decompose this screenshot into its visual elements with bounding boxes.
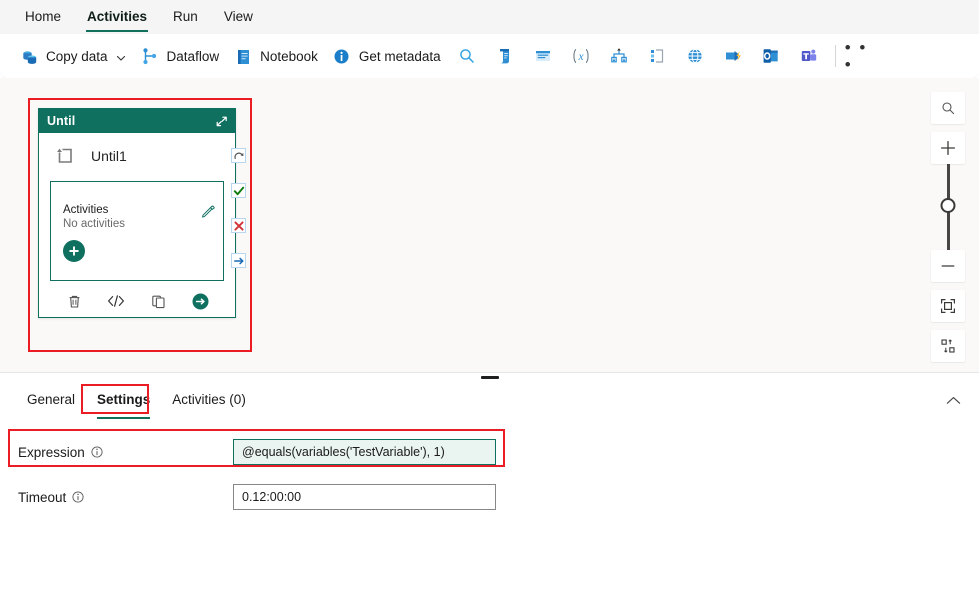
copy-data-button[interactable]: Copy data — [12, 40, 133, 72]
until-activities-container[interactable]: Activities No activities — [50, 181, 224, 281]
zoom-slider-thumb[interactable] — [941, 198, 956, 213]
azure-function-icon[interactable] — [716, 40, 750, 72]
pipeline-editor: Home Activities Run View Copy data — [0, 0, 979, 609]
info-icon[interactable] — [91, 446, 103, 458]
dataflow-button[interactable]: Dataflow — [133, 40, 227, 72]
menu-bar: Home Activities Run View — [0, 0, 979, 34]
menu-item-view[interactable]: View — [211, 0, 266, 34]
set-variable-icon[interactable]: x — [564, 40, 598, 72]
add-activity-button[interactable] — [63, 240, 85, 262]
info-icon[interactable] — [72, 491, 84, 503]
until-card-connectors — [231, 148, 246, 268]
tab-activities[interactable]: Activities (0) — [161, 381, 257, 419]
tab-general[interactable]: General — [16, 381, 86, 419]
splitter-handle[interactable] — [481, 376, 499, 379]
on-success-icon[interactable] — [231, 183, 246, 198]
if-condition-icon[interactable] — [602, 40, 636, 72]
outlook-icon[interactable] — [754, 40, 788, 72]
dataflow-label: Dataflow — [167, 49, 220, 64]
delete-icon[interactable] — [64, 291, 84, 311]
menu-item-activities[interactable]: Activities — [74, 0, 160, 34]
pencil-icon[interactable] — [201, 204, 215, 218]
get-metadata-label: Get metadata — [359, 49, 441, 64]
web-icon[interactable] — [678, 40, 712, 72]
fit-to-screen-icon[interactable] — [931, 290, 965, 322]
lookup-icon[interactable] — [450, 40, 484, 72]
canvas-zoom-controls — [931, 92, 965, 362]
chevron-up-icon[interactable] — [941, 389, 965, 411]
activities-label: Activities — [63, 204, 223, 217]
timeout-row: Timeout — [0, 482, 979, 512]
copy-data-icon — [19, 46, 39, 66]
until-loop-icon — [53, 144, 77, 168]
expression-label-group: Expression — [18, 445, 233, 460]
on-retry-icon[interactable] — [231, 148, 246, 163]
duplicate-icon[interactable] — [148, 291, 168, 311]
until-card-header-title: Until — [47, 114, 75, 128]
zoom-slider[interactable] — [931, 164, 965, 250]
copy-data-label: Copy data — [46, 49, 108, 64]
expand-collapse-icon[interactable] — [214, 114, 229, 129]
notebook-label: Notebook — [260, 49, 318, 64]
tab-settings[interactable]: Settings — [86, 381, 161, 419]
toolbar-separator — [835, 45, 836, 67]
on-completion-icon[interactable] — [231, 253, 246, 268]
properties-panel: General Settings Activities (0) Expressi… — [0, 381, 979, 609]
plus-icon — [68, 245, 80, 257]
teams-icon[interactable] — [792, 40, 826, 72]
overflow-dots-label: • • • — [845, 39, 879, 73]
no-activities-label: No activities — [63, 217, 223, 231]
until-card-title-row: Until1 — [39, 133, 235, 177]
auto-layout-icon[interactable] — [931, 330, 965, 362]
notebook-button[interactable]: Notebook — [226, 40, 325, 72]
activities-toolbar: Copy data Dataflow — [0, 34, 979, 78]
more-options-icon[interactable]: • • • — [845, 40, 879, 72]
svg-text:x: x — [577, 51, 584, 63]
until-card-footer — [39, 285, 235, 317]
dataflow-icon — [140, 46, 160, 66]
timeout-label: Timeout — [18, 490, 66, 505]
pipeline-canvas[interactable]: Until Until1 Activitie — [0, 78, 979, 372]
settings-form: Expression Timeout — [0, 419, 979, 512]
get-metadata-button[interactable]: Get metadata — [325, 40, 448, 72]
zoom-out-icon[interactable] — [931, 250, 965, 282]
properties-tabs: General Settings Activities (0) — [0, 381, 979, 419]
until-activity-name: Until1 — [91, 148, 127, 164]
expression-label: Expression — [18, 445, 85, 460]
timeout-input[interactable] — [233, 484, 496, 510]
zoom-in-icon[interactable] — [931, 132, 965, 164]
switch-icon[interactable] — [640, 40, 674, 72]
get-metadata-icon — [332, 46, 352, 66]
expression-input[interactable] — [233, 439, 496, 465]
until-activity-card[interactable]: Until Until1 Activitie — [38, 108, 236, 318]
canvas-search-icon[interactable] — [931, 92, 965, 124]
stored-procedure-icon[interactable] — [526, 40, 560, 72]
code-icon[interactable] — [106, 291, 126, 311]
menu-item-home[interactable]: Home — [12, 0, 74, 34]
on-failure-icon[interactable] — [231, 218, 246, 233]
run-icon[interactable] — [190, 291, 210, 311]
chevron-down-icon[interactable] — [116, 51, 126, 61]
script-icon[interactable] — [488, 40, 522, 72]
until-card-header: Until — [39, 109, 235, 133]
notebook-icon — [233, 46, 253, 66]
expression-row: Expression — [0, 437, 979, 467]
menu-item-run[interactable]: Run — [160, 0, 211, 34]
timeout-label-group: Timeout — [18, 490, 233, 505]
